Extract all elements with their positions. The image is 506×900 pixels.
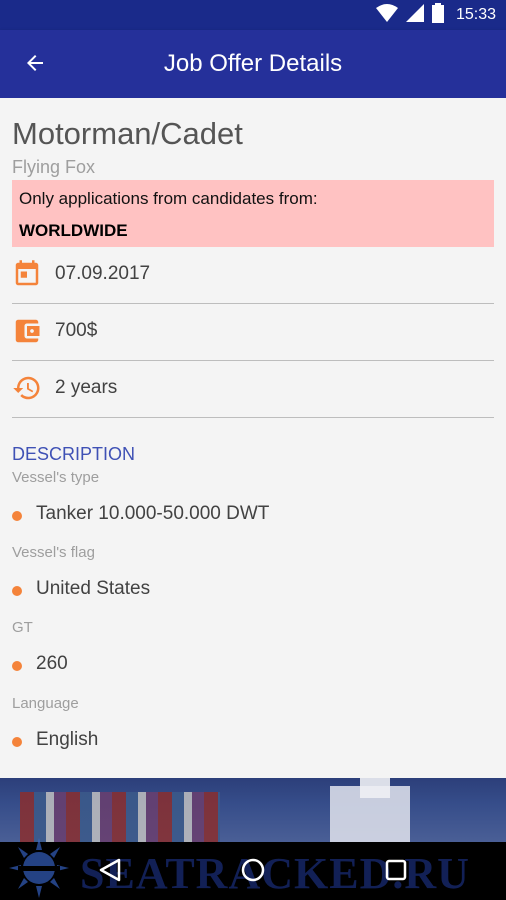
bullet-icon <box>12 586 22 596</box>
watermark-logo <box>6 836 72 900</box>
info-row-date: 07.09.2017 <box>12 247 494 304</box>
nav-home-button[interactable] <box>235 854 271 890</box>
page-title: Job Offer Details <box>163 50 343 77</box>
start-date: 07.09.2017 <box>55 263 151 284</box>
description-header: DESCRIPTION <box>12 444 136 464</box>
bullet-icon <box>12 511 22 521</box>
field-label-vessel-flag: Vessel's flag <box>12 544 95 561</box>
field-label-vessel-type: Vessel's type <box>12 469 100 486</box>
info-row-salary: 700$ <box>12 304 494 361</box>
ship-bridge <box>360 778 390 798</box>
container-stack <box>20 792 220 842</box>
language-value: English <box>36 729 99 750</box>
nav-recents-button[interactable] <box>378 854 414 890</box>
notice-text: Only applications from candidates from: <box>19 189 318 208</box>
signal-icon <box>405 3 424 27</box>
status-icons: 15:33 <box>375 2 496 28</box>
bullet-icon <box>12 737 22 747</box>
field-label-language: Language <box>12 695 79 712</box>
contract-duration: 2 years <box>55 377 118 398</box>
salary: 700$ <box>55 320 98 341</box>
battery-icon <box>431 2 444 28</box>
candidate-restriction-notice: Only applications from candidates from: … <box>12 180 494 247</box>
status-bar: 15:33 <box>0 0 506 30</box>
field-label-gt: GT <box>12 619 33 636</box>
vessel-type-value: Tanker 10.000-50.000 DWT <box>36 503 270 524</box>
history-icon <box>12 373 42 403</box>
nav-home-icon <box>240 857 266 888</box>
wifi-icon <box>375 3 398 27</box>
info-row-duration: 2 years <box>12 361 494 418</box>
nav-back-icon <box>97 857 123 888</box>
vessel-flag-value: United States <box>36 578 151 599</box>
job-title: Motorman/Cadet <box>12 116 243 151</box>
job-offer-content: Motorman/Cadet Flying Fox Only applicati… <box>0 98 506 778</box>
gt-value: 260 <box>36 653 68 674</box>
app-bar: Job Offer Details <box>0 30 506 98</box>
nav-back-button[interactable] <box>92 854 128 890</box>
notice-region: WORLDWIDE <box>19 221 128 240</box>
status-time: 15:33 <box>455 6 496 23</box>
bullet-icon <box>12 661 22 671</box>
ship-banner-image <box>0 778 506 842</box>
nav-recents-icon <box>384 858 408 887</box>
wallet-icon <box>12 316 42 346</box>
company-name: Flying Fox <box>12 157 96 177</box>
navigation-bar: SEATRACKED.RU <box>0 842 506 900</box>
calendar-icon <box>12 259 42 289</box>
